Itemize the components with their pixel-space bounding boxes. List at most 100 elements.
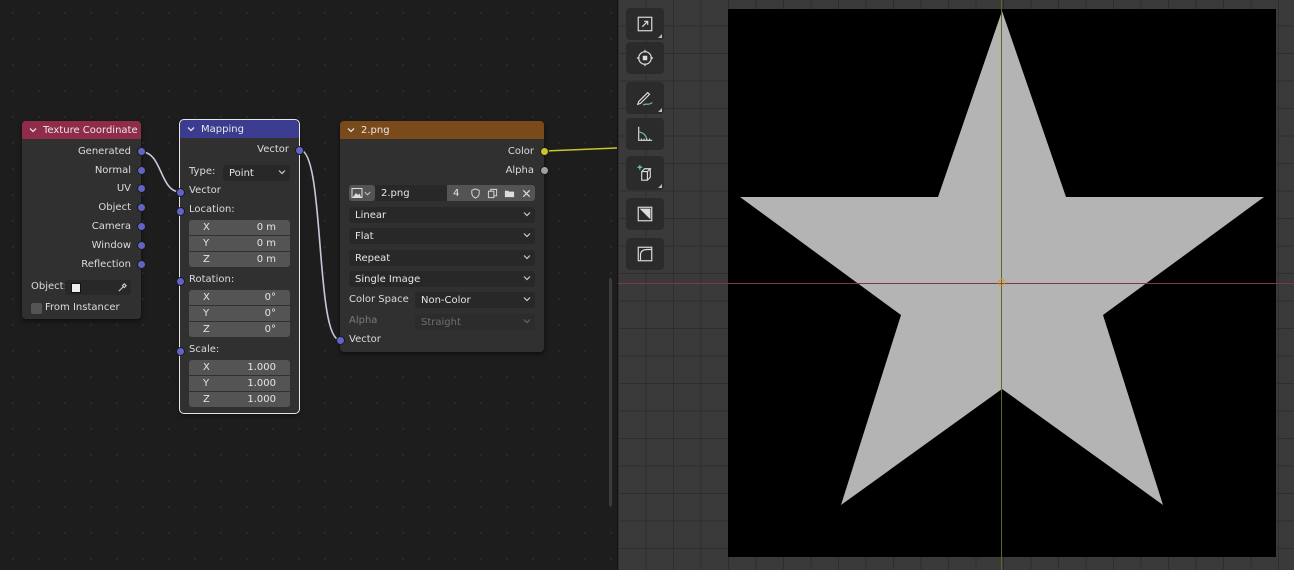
- tool-corner-indicator: [658, 184, 662, 188]
- chevron-down-icon: [523, 319, 531, 324]
- rotation-x-field[interactable]: X 0°: [189, 290, 290, 305]
- chevron-down-icon: [523, 255, 531, 260]
- chevron-down-icon: [523, 212, 531, 217]
- chevron-down-icon: [523, 276, 531, 281]
- measure-tool-icon: [638, 126, 653, 141]
- chevron-down-icon[interactable]: [346, 125, 356, 135]
- socket-object[interactable]: [137, 203, 146, 212]
- field-value: 0 m: [256, 222, 276, 233]
- transform-tool-button[interactable]: [626, 42, 664, 74]
- location-y-field[interactable]: Y 0 m: [189, 236, 290, 251]
- transform-tool-icon: [636, 49, 654, 67]
- chevron-down-icon: [523, 297, 531, 302]
- add-cube-tool-button[interactable]: [626, 156, 664, 190]
- socket-window[interactable]: [137, 241, 146, 250]
- image-users-count: 4: [453, 187, 460, 199]
- node-editor[interactable]: Texture Coordinate Generated Normal UV O…: [0, 0, 617, 570]
- scale-z-field[interactable]: Z 1.000: [189, 392, 290, 407]
- annotate-tool-icon: [636, 91, 653, 106]
- extension-dropdown[interactable]: Repeat: [349, 250, 535, 266]
- socket-output-vector[interactable]: [295, 146, 304, 155]
- image-texture-header[interactable]: 2.png: [340, 121, 544, 139]
- rotation-y-field[interactable]: Y 0°: [189, 306, 290, 321]
- image-users-button[interactable]: 4: [447, 185, 467, 201]
- rotation-z-field[interactable]: Z 0°: [189, 322, 290, 337]
- axis-label: X: [203, 222, 210, 233]
- scale-y-field[interactable]: Y 1.000: [189, 376, 290, 391]
- socket-alpha[interactable]: [540, 166, 549, 175]
- unlink-image-button[interactable]: [518, 185, 535, 201]
- image-name-value: 2.png: [381, 187, 410, 199]
- from-instancer-label: From Instancer: [45, 302, 120, 313]
- duplicate-image-button[interactable]: [484, 185, 501, 201]
- object-field[interactable]: [65, 280, 131, 295]
- socket-scale[interactable]: [176, 347, 185, 356]
- projection-value: Flat: [355, 230, 374, 242]
- close-icon: [522, 189, 531, 197]
- output-color: Color: [507, 146, 534, 157]
- fake-user-button[interactable]: [467, 185, 484, 201]
- image-texture-node[interactable]: 2.png Color Alpha 2.png 4 Linear Flat Re…: [336, 121, 549, 352]
- field-value: 0°: [264, 324, 276, 335]
- mapping-header[interactable]: Mapping: [180, 120, 299, 138]
- add-cube-icon: [636, 164, 652, 181]
- alpha-mode-dropdown: Straight: [415, 314, 535, 330]
- socket-generated[interactable]: [137, 147, 146, 156]
- type-dropdown[interactable]: Point: [223, 165, 290, 181]
- interpolation-dropdown[interactable]: Linear: [349, 207, 535, 223]
- socket-camera[interactable]: [137, 222, 146, 231]
- color-space-dropdown[interactable]: Non-Color: [415, 292, 535, 308]
- field-value: 1.000: [247, 362, 276, 373]
- from-instancer-checkbox[interactable]: [31, 303, 42, 314]
- chevron-down-icon[interactable]: [28, 125, 38, 135]
- image-browse-button[interactable]: [349, 185, 375, 201]
- projection-dropdown[interactable]: Flat: [349, 228, 535, 244]
- image-name-field[interactable]: 2.png: [375, 185, 447, 201]
- socket-color[interactable]: [540, 147, 549, 156]
- scrollbar[interactable]: [609, 278, 612, 506]
- source-value: Single Image: [355, 273, 421, 285]
- chevron-down-icon[interactable]: [186, 124, 196, 134]
- socket-location[interactable]: [176, 207, 185, 216]
- socket-rotation[interactable]: [176, 277, 185, 286]
- output-reflection: Reflection: [81, 259, 131, 270]
- type-value: Point: [229, 167, 254, 179]
- measure-tool-button[interactable]: [626, 118, 664, 150]
- eyedropper-icon[interactable]: [117, 282, 128, 293]
- scale-tool-button[interactable]: [626, 8, 664, 40]
- output-normal: Normal: [94, 165, 131, 176]
- mapping-node[interactable]: Mapping Vector Type: Point Vector Locati…: [176, 119, 304, 414]
- chevron-down-icon: [364, 191, 371, 196]
- socket-input-vector[interactable]: [336, 336, 345, 345]
- x-axis-line: [618, 283, 1294, 284]
- socket-reflection[interactable]: [137, 260, 146, 269]
- annotate-tool-button[interactable]: [626, 82, 664, 114]
- source-dropdown[interactable]: Single Image: [349, 271, 535, 287]
- scale-x-field[interactable]: X 1.000: [189, 360, 290, 375]
- input-vector-label: Vector: [349, 334, 381, 345]
- 2d-cursor[interactable]: [998, 279, 1005, 286]
- rip-tool-icon: [637, 246, 653, 262]
- open-image-button[interactable]: [501, 185, 518, 201]
- socket-normal[interactable]: [137, 166, 146, 175]
- socket-input-vector[interactable]: [176, 188, 185, 197]
- image-editor-viewport[interactable]: [618, 0, 1294, 570]
- field-value: 1.000: [247, 378, 276, 389]
- location-x-field[interactable]: X 0 m: [189, 220, 290, 235]
- location-label: Location:: [189, 204, 235, 215]
- chevron-down-icon: [278, 170, 286, 175]
- axis-label: X: [203, 292, 210, 303]
- rip-tool-button[interactable]: [626, 238, 664, 270]
- location-z-field[interactable]: Z 0 m: [189, 252, 290, 267]
- scale-label: Scale:: [189, 344, 220, 355]
- output-uv: UV: [116, 183, 131, 194]
- node-title: 2.png: [361, 124, 390, 136]
- scale-tool-icon: [637, 16, 653, 32]
- texture-coordinate-header[interactable]: Texture Coordinate: [22, 121, 141, 139]
- texture-coordinate-node[interactable]: Texture Coordinate Generated Normal UV O…: [22, 121, 146, 319]
- duplicate-icon: [487, 188, 498, 198]
- sample-tool-button[interactable]: [626, 198, 664, 230]
- socket-uv[interactable]: [137, 184, 146, 193]
- field-value: 0 m: [256, 238, 276, 249]
- interpolation-value: Linear: [355, 209, 387, 221]
